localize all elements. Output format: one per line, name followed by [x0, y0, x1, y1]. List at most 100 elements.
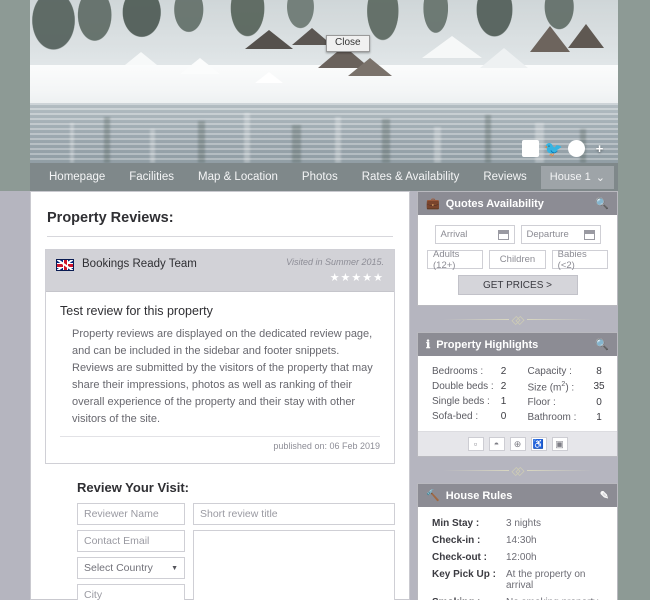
highlight-label: Single beds :: [432, 396, 490, 407]
house-rules-widget: 🔨 House Rules ✎ Min Stay : 3 nights Check…: [417, 483, 618, 600]
ornament-divider: [417, 306, 618, 332]
highlight-label: Floor :: [527, 397, 556, 409]
nav-item-rates-availability[interactable]: Rates & Availability: [351, 165, 471, 189]
highlight-row: Capacity : 8: [518, 364, 614, 379]
nav-item-facilities[interactable]: Facilities: [118, 165, 185, 189]
highlight-row: Single beds : 1: [422, 394, 518, 409]
get-prices-button[interactable]: GET PRICES >: [457, 275, 578, 295]
highlight-row: Floor : 0: [518, 395, 614, 410]
highlight-value: 35: [593, 381, 605, 392]
review-form: Reviewer Name Contact Email Select Count…: [31, 503, 409, 600]
divider: [47, 236, 393, 237]
property-highlights-widget: ℹ Property Highlights 🔍 Bedrooms : 2 Doub…: [417, 332, 618, 458]
house-roof: [422, 36, 482, 58]
highlight-value: 0: [500, 411, 507, 422]
main-content: Property Reviews: Bookings Ready Team Vi…: [30, 191, 410, 600]
house-rule-row: Smoking :No smoking property: [422, 594, 613, 600]
house-rules-widget-title: House Rules: [445, 489, 513, 502]
highlight-row: Bedrooms : 2: [422, 364, 518, 379]
calendar-icon: [497, 229, 509, 240]
house-roof: [255, 72, 283, 83]
pinterest-icon[interactable]: P: [568, 140, 585, 157]
hero-image: Close f 🐦 P +: [30, 0, 618, 163]
quotes-widget-body: Arrival Departure Adults (12+) Children …: [418, 215, 617, 305]
highlight-label: Capacity :: [527, 366, 572, 377]
highlight-value: 8: [596, 366, 602, 377]
departure-date-input[interactable]: Departure: [520, 225, 601, 244]
quotes-availability-widget: 💼 Quotes Availability 🔍 Arrival Departur…: [417, 191, 618, 306]
house-roof: [245, 30, 293, 49]
date-row: Arrival Departure: [427, 225, 608, 244]
highlight-row: Size (m2) : 35: [518, 379, 614, 395]
review-meta: Visited in Summer 2015. ★★★★★: [286, 257, 384, 284]
review-card: Bookings Ready Team Visited in Summer 20…: [45, 249, 395, 465]
house-roof: [348, 58, 392, 76]
photo-icon[interactable]: ▣: [551, 437, 568, 452]
house-roof: [125, 52, 157, 65]
accessibility-icon[interactable]: ♿: [530, 437, 547, 452]
review-title-input[interactable]: Short review title: [193, 503, 395, 526]
chevron-down-icon: ▼: [171, 564, 178, 572]
highlight-label: Size (m2) :: [527, 381, 575, 394]
house-selector[interactable]: House 1 ⌄: [540, 165, 614, 189]
arrival-date-input[interactable]: Arrival: [434, 225, 515, 244]
highlight-row: Double beds : 2: [422, 379, 518, 394]
info-icon: ℹ: [426, 339, 431, 351]
quotes-widget-header: 💼 Quotes Availability 🔍: [418, 192, 617, 215]
tv-icon[interactable]: ▫: [467, 437, 484, 452]
nav-item-map-location[interactable]: Map & Location: [187, 165, 289, 189]
chevron-down-icon: ⌄: [595, 171, 605, 184]
page-body: Property Reviews: Bookings Ready Team Vi…: [0, 191, 650, 600]
highlight-row: Sofa-bed : 0: [422, 409, 518, 424]
house-rule-row: Check-in : 14:30h: [422, 532, 613, 549]
nav-item-reviews[interactable]: Reviews: [472, 165, 537, 189]
star-rating: ★★★★★: [329, 272, 384, 284]
nav-item-photos[interactable]: Photos: [291, 165, 349, 189]
house-selector-label: House 1: [549, 171, 591, 183]
reviewer-name-input[interactable]: Reviewer Name: [77, 503, 185, 526]
nav-item-homepage[interactable]: Homepage: [38, 165, 116, 189]
highlights-right-column: Capacity : 8 Size (m2) : 35 Floor : 0 Bathr…: [518, 364, 614, 425]
house-rule-value: 3 nights: [506, 518, 542, 530]
highlight-label: Bedrooms :: [432, 366, 484, 377]
globe-icon[interactable]: ⊕: [509, 437, 526, 452]
highlight-value: 0: [596, 397, 602, 409]
wifi-icon[interactable]: ◓: [488, 437, 505, 452]
edit-icon[interactable]: ✎: [600, 489, 609, 502]
children-input[interactable]: Children: [489, 250, 546, 269]
add-icon[interactable]: +: [591, 140, 608, 157]
highlight-label: Bathroom :: [527, 412, 577, 424]
form-left-column: Reviewer Name Contact Email Select Count…: [77, 503, 185, 600]
house-roof: [480, 48, 528, 68]
highlights-widget-title: Property Highlights: [436, 338, 539, 351]
search-icon[interactable]: 🔍: [595, 338, 609, 351]
main-navigation: Homepage Facilities Map & Location Photo…: [30, 163, 618, 191]
reviewer-name: Bookings Ready Team: [82, 258, 197, 270]
country-select[interactable]: Select Country ▼: [77, 557, 185, 580]
highlights-widget-header: ℹ Property Highlights 🔍: [418, 333, 617, 356]
house-rule-value: 14:30h: [506, 535, 537, 547]
adults-input[interactable]: Adults (12+): [427, 249, 484, 271]
social-links: f 🐦 P +: [522, 140, 608, 158]
highlight-label: Double beds :: [432, 381, 494, 392]
city-input[interactable]: City: [77, 584, 185, 600]
close-button[interactable]: Close: [326, 35, 370, 52]
briefcase-icon: 💼: [426, 198, 440, 210]
form-right-column: Short review title: [193, 503, 395, 600]
contact-email-input[interactable]: Contact Email: [77, 530, 185, 553]
house-rule-label: Check-out :: [432, 552, 487, 564]
right-gutter: [618, 191, 650, 600]
facebook-icon[interactable]: f: [522, 140, 539, 157]
babies-input[interactable]: Babies (<2): [551, 249, 608, 271]
guests-row: Adults (12+) Children Babies (<2): [427, 249, 608, 271]
search-icon[interactable]: 🔍: [595, 197, 609, 210]
review-header: Bookings Ready Team Visited in Summer 20…: [46, 250, 394, 292]
review-body: Test review for this property Property r…: [46, 292, 394, 463]
highlight-label: Sofa-bed :: [432, 411, 479, 422]
review-body-textarea[interactable]: [193, 530, 395, 600]
twitter-icon[interactable]: 🐦: [544, 140, 563, 158]
highlights-widget-body: Bedrooms : 2 Double beds : 2 Single beds :…: [418, 356, 617, 431]
house-rule-row: Check-out : 12:00h: [422, 549, 613, 566]
departure-label: Departure: [526, 229, 569, 240]
sidebar: 💼 Quotes Availability 🔍 Arrival Departur…: [417, 191, 618, 600]
